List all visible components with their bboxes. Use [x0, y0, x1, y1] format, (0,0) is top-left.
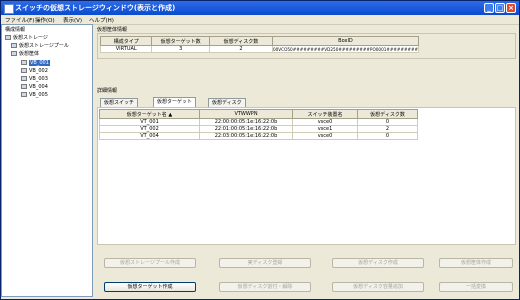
tree-item-vb-label: VB_002 — [29, 68, 48, 74]
sort-asc-icon: ▲ — [168, 111, 173, 118]
target-cell: 22:00:00:05:1e:16:22:0b — [199, 118, 293, 126]
enclosure-icon — [11, 51, 17, 56]
bulk-convert-button[interactable]: 一括変換 — [439, 282, 513, 292]
create-enclosure-button[interactable]: 仮想筐体作成 — [439, 258, 513, 268]
vbox-icon — [21, 60, 27, 65]
target-cell: vsce0 — [292, 118, 358, 126]
tab-label: 仮想ターゲット — [157, 99, 193, 105]
vbox-icon — [21, 76, 27, 81]
create-pool-button[interactable]: 仮想ストレージプール作成 — [104, 258, 196, 268]
table-row[interactable]: VT_002 22:01:00:05:1e:16:22:0b vsce1 2 — [99, 125, 418, 133]
tab-virtual-switch[interactable]: 仮想スイッチ — [100, 98, 139, 107]
assign-vdisk-button[interactable]: 仮想ディスク割付・解除 — [219, 282, 311, 292]
create-target-button[interactable]: 仮想ターゲット作成 — [104, 282, 196, 292]
tab-virtual-disk[interactable]: 仮想ディスク — [208, 98, 246, 107]
tree-item-vb[interactable]: VB_005 — [21, 92, 48, 98]
vbox-icon — [21, 92, 27, 97]
table-row[interactable]: VT_004 22:03:00:05:1e:16:22:0b vsce0 0 — [99, 132, 418, 140]
app-icon — [4, 4, 14, 14]
target-col-header[interactable]: 仮想ディスク数 — [357, 109, 418, 119]
tree-item-root[interactable]: 仮想ストレージ — [5, 35, 48, 41]
create-vdisk-button[interactable]: 仮想ディスク作成 — [332, 258, 424, 268]
tree-item-enclosure-label: 仮想筐体 — [19, 51, 40, 57]
close-button[interactable]: × — [506, 3, 516, 13]
tree-item-vb-label: VB_004 — [29, 84, 48, 90]
menu-operation[interactable]: 操作(O) — [35, 16, 55, 24]
tree-item-pool[interactable]: 仮想ストレージプール — [11, 43, 69, 49]
target-cell: 22:01:00:05:1e:16:22:0b — [199, 125, 293, 133]
target-table: 仮想ターゲット名 ▲ VTWWPN スイッチ装置名 仮想ディスク数 VT_001… — [99, 109, 418, 140]
enclosure-info-label: 仮想筐体情報 — [97, 27, 128, 33]
target-cell: 0 — [357, 118, 418, 126]
tree-pane-label: 構成情報 — [5, 27, 26, 33]
target-col-header-name-label: 仮想ターゲット名 — [126, 111, 167, 118]
minimize-button[interactable]: _ — [484, 3, 494, 13]
target-cell: VT_002 — [99, 125, 200, 133]
target-cell: VT_001 — [99, 118, 200, 126]
enclosure-cell: VIRTUAL — [99, 45, 153, 53]
enclosure-cell: 00VCO50#########VD250#########PO0001####… — [271, 45, 420, 53]
table-row[interactable]: VT_001 22:00:00:05:1e:16:22:0b vsce0 0 — [99, 118, 418, 126]
tree-item-vb-label: VB_003 — [29, 76, 48, 82]
target-col-header[interactable]: VTWWPN — [199, 109, 293, 119]
vbox-icon — [21, 68, 27, 73]
tab-label: 仮想スイッチ — [104, 100, 135, 106]
enclosure-col-header: 構成タイプ — [99, 36, 153, 46]
menu-file[interactable]: ファイル(F) — [5, 16, 34, 24]
enclosure-col-header: 仮想ディスク数 — [208, 36, 273, 46]
tree-item-vb-label: VB_001 — [29, 60, 50, 66]
tree-item-pool-label: 仮想ストレージプール — [19, 43, 69, 49]
enclosure-col-header: BoxID — [271, 36, 420, 46]
main-window: スイッチの仮想ストレージウィンドウ(表示と作成) _ □ × ファイル(F) 操… — [0, 0, 520, 300]
tree-pane: 構成情報 仮想ストレージ 仮想ストレージプール 仮想筐体 VB_001 VB_0… — [1, 24, 93, 297]
target-cell: 0 — [357, 132, 418, 140]
menu-view[interactable]: 表示(V) — [63, 16, 82, 24]
tree-item-vb[interactable]: VB_002 — [21, 68, 48, 74]
title-bar: スイッチの仮想ストレージウィンドウ(表示と作成) _ □ × — [1, 1, 519, 15]
maximize-button[interactable]: □ — [495, 3, 505, 13]
tab-label: 仮想ディスク — [212, 100, 242, 106]
detail-label: 詳細情報 — [97, 88, 118, 94]
register-disk-button[interactable]: 実ディスク登録 — [219, 258, 311, 268]
pool-icon — [11, 43, 17, 48]
target-cell: vsce1 — [292, 125, 358, 133]
target-col-header[interactable]: スイッチ装置名 — [292, 109, 358, 119]
vbox-icon — [21, 84, 27, 89]
detail-panel: 仮想ターゲット名 ▲ VTWWPN スイッチ装置名 仮想ディスク数 VT_001… — [97, 107, 516, 245]
enclosure-cell: 3 — [151, 45, 210, 53]
window-title: スイッチの仮想ストレージウィンドウ(表示と作成) — [15, 4, 176, 12]
tree-item-vb[interactable]: VB_004 — [21, 84, 48, 90]
target-cell: 22:03:00:05:1e:16:22:0b — [199, 132, 293, 140]
target-cell: vsce0 — [292, 132, 358, 140]
tree-item-vb[interactable]: VB_001 — [21, 60, 50, 66]
tree-item-vb[interactable]: VB_003 — [21, 76, 48, 82]
enclosure-cell: 2 — [208, 45, 273, 53]
tree-item-root-label: 仮想ストレージ — [13, 35, 48, 41]
enclosure-table: 構成タイプ 仮想ターゲット数 仮想ディスク数 BoxID VIRTUAL 3 2… — [99, 36, 420, 53]
target-col-header-name[interactable]: 仮想ターゲット名 ▲ — [99, 109, 200, 119]
storage-icon — [5, 35, 11, 40]
enclosure-col-header: 仮想ターゲット数 — [151, 36, 210, 46]
menu-help[interactable]: ヘルプ(H) — [89, 16, 114, 24]
tree-item-enclosure[interactable]: 仮想筐体 — [11, 51, 39, 57]
enclosure-info-group: 構成タイプ 仮想ターゲット数 仮想ディスク数 BoxID VIRTUAL 3 2… — [97, 33, 516, 59]
expand-vdisk-button[interactable]: 仮想ディスク容量追加 — [332, 282, 424, 292]
target-cell: 2 — [357, 125, 418, 133]
target-cell: VT_004 — [99, 132, 200, 140]
tree-item-vb-label: VB_005 — [29, 92, 48, 98]
